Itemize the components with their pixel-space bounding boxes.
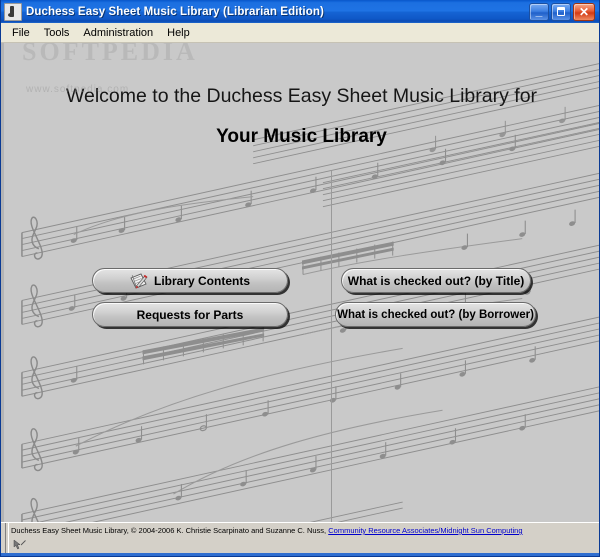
menu-file[interactable]: File xyxy=(5,25,37,41)
requests-for-parts-label: Requests for Parts xyxy=(136,307,244,322)
checked-out-by-title-button[interactable]: What is checked out? (by Title) xyxy=(341,268,531,293)
heading-block: Welcome to the Duchess Easy Sheet Music … xyxy=(4,85,599,148)
copyright-label: Duchess Easy Sheet Music Library, © 2004… xyxy=(11,526,327,535)
notepad-pencil-icon xyxy=(130,272,148,289)
checked-out-by-title-label: What is checked out? (by Title) xyxy=(347,273,525,288)
main-content-area: SOFTPEDIA www.softpedia.com Welcome to t… xyxy=(1,43,599,522)
minimize-button[interactable]: _ xyxy=(529,2,549,21)
pencil-cursor-icon xyxy=(13,539,26,550)
window-title: Duchess Easy Sheet Music Library (Librar… xyxy=(26,5,324,18)
minimize-icon: _ xyxy=(535,3,543,18)
close-button[interactable]: ✕ xyxy=(573,2,595,21)
maximize-icon xyxy=(557,6,565,16)
window-controls: _ ✕ xyxy=(529,2,595,21)
welcome-heading: Welcome to the Duchess Easy Sheet Music … xyxy=(65,85,538,107)
library-name-heading: Your Music Library xyxy=(216,126,387,147)
artwork-divider-line xyxy=(331,171,332,522)
menu-tools[interactable]: Tools xyxy=(37,25,77,41)
softpedia-watermark: SOFTPEDIA xyxy=(22,43,198,66)
music-note-icon[interactable] xyxy=(4,2,22,21)
menu-administration[interactable]: Administration xyxy=(76,25,160,41)
menu-help[interactable]: Help xyxy=(160,25,197,41)
menu-bar: File Tools Administration Help xyxy=(1,23,599,43)
copyright-text: Duchess Easy Sheet Music Library, © 2004… xyxy=(11,526,595,536)
title-bar[interactable]: Duchess Easy Sheet Music Library (Librar… xyxy=(1,0,599,23)
maximize-button[interactable] xyxy=(551,2,571,21)
status-bar-divider xyxy=(5,523,9,556)
library-contents-label: Library Contents xyxy=(153,273,250,288)
library-contents-button[interactable]: Library Contents xyxy=(92,268,288,293)
requests-for-parts-button[interactable]: Requests for Parts xyxy=(92,302,288,327)
checked-out-by-borrower-button[interactable]: What is checked out? (by Borrower) xyxy=(335,302,536,327)
window-bottom-edge xyxy=(1,553,599,556)
credits-link[interactable]: Community Resource Associates/Midnight S… xyxy=(328,526,522,535)
close-icon: ✕ xyxy=(578,4,590,19)
status-bar: Duchess Easy Sheet Music Library, © 2004… xyxy=(1,522,599,556)
checked-out-by-borrower-label: What is checked out? (by Borrower) xyxy=(337,308,534,321)
application-window: Duchess Easy Sheet Music Library (Librar… xyxy=(0,0,600,557)
